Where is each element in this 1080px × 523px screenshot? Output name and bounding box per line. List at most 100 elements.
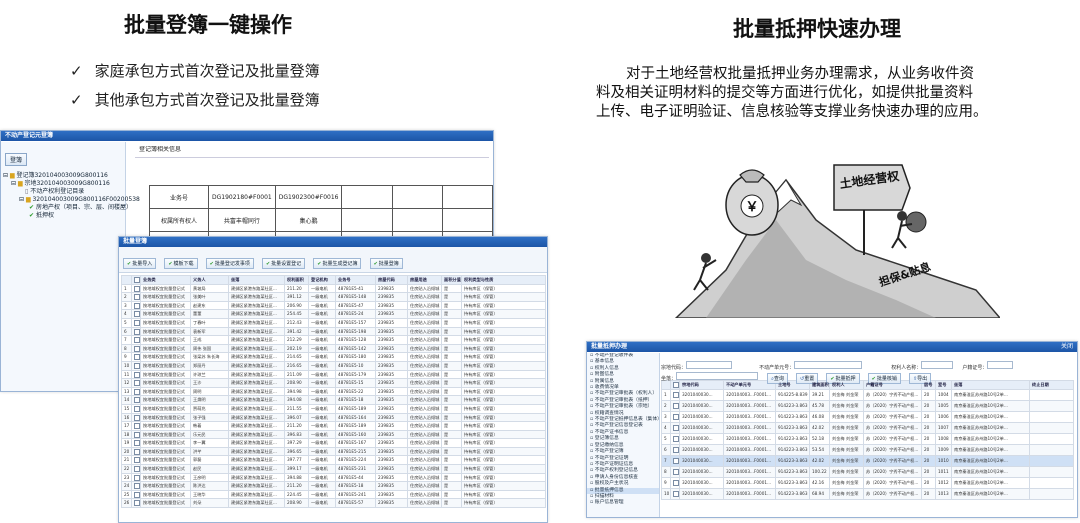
column-header[interactable]: 权利类型与性质 — [461, 275, 546, 285]
select-all-checkbox[interactable] — [673, 382, 679, 388]
tree-item-catalog[interactable]: ▯ 不动产权利登记目录 — [1, 188, 125, 196]
table-row[interactable]: 4 3201040030... 320104003...F0001... 914223… — [661, 421, 1074, 434]
row-checkbox[interactable] — [673, 402, 679, 409]
table-row[interactable]: 12 按地域权宜批量登记式 王沙 建邺区紧港东路某社区... 208.90 一级电机 487… — [121, 378, 546, 388]
column-header[interactable]: 终止日期 — [1029, 380, 1074, 390]
column-header[interactable]: 权利面积 — [284, 275, 309, 285]
column-header[interactable]: 登记机构 — [308, 275, 336, 285]
row-checkbox[interactable] — [134, 388, 140, 395]
row-checkbox[interactable] — [134, 440, 140, 447]
table-row[interactable]: 24 按地域权宜批量登记式 陈洪达 建邺区紧港东路某社区... 211.20 一级电机 48… — [121, 481, 546, 491]
tree-item-property[interactable]: ✔ 房地产权（项目、宗、层、间楼屋） — [1, 204, 132, 212]
row-checkbox[interactable] — [134, 311, 140, 318]
table-row[interactable]: 20 按地域权宜批量登记式 洪芊 建邺区紧港东路某社区... 396.65 一级电机 487… — [121, 446, 546, 457]
row-checkbox[interactable] — [673, 468, 679, 475]
row-checkbox[interactable] — [673, 479, 679, 486]
table-row[interactable]: 7 3201040030... 320104003...F0001... 914223… — [661, 454, 1074, 467]
row-checkbox[interactable] — [134, 474, 140, 481]
row-checkbox[interactable] — [134, 294, 140, 301]
column-header[interactable]: 义务人 — [190, 275, 229, 285]
table-row[interactable]: 17 按地域权宜批量登记式 韩着 建邺区紧港东路某社区... 211.20 一级电机 487… — [121, 421, 546, 431]
template-download-button[interactable]: ✔模板下载 — [164, 258, 198, 269]
tree-item-parcel[interactable]: ⊟ ▆ 宗地320104003009G800116 — [1, 180, 125, 188]
row-checkbox[interactable] — [673, 446, 679, 453]
row-checkbox[interactable] — [134, 483, 140, 490]
table-row[interactable]: 1 按地域权宜批量登记式 黄坡局 建邺区紧港东路某社区... 211.20 一级电机 487… — [121, 283, 546, 294]
row-checkbox[interactable] — [134, 354, 140, 361]
column-header[interactable]: 业务类 — [140, 275, 191, 285]
batch-setting-button[interactable]: ✔批量设置登记 — [261, 258, 306, 269]
row-checkbox[interactable] — [134, 371, 140, 378]
table-row[interactable]: 22 按地域权宜批量登记式 赵民 建邺区紧港东路某社区... 399.17 一级电机 487… — [121, 464, 546, 474]
batch-generate-button[interactable]: ✔批量生成登记簿 — [313, 258, 362, 269]
table-row[interactable]: 9 3201040030... 320104003...F0001... 914223… — [661, 476, 1074, 489]
column-header[interactable] — [121, 275, 132, 285]
table-row[interactable]: 11 按地域权宜批量登记式 许琼兰 建邺区紧港东路某社区... 211.09 一级电机 48… — [121, 369, 546, 380]
column-header[interactable]: 层号 — [921, 380, 936, 390]
row-checkbox[interactable] — [134, 431, 140, 438]
row-checkbox[interactable] — [673, 424, 679, 431]
row-checkbox[interactable] — [134, 285, 140, 292]
row-checkbox[interactable] — [134, 337, 140, 344]
row-checkbox[interactable] — [134, 302, 140, 309]
tree-item-mortgage[interactable]: ✔ 抵押权 — [1, 212, 125, 220]
table-row[interactable]: 5 3201040030... 320104003...F0001... 914223… — [661, 432, 1074, 445]
row-checkbox[interactable] — [134, 491, 140, 498]
table-row[interactable]: 8 3201040030... 320104003...F0001... 914223… — [661, 465, 1074, 478]
table-row[interactable]: 2 按地域权宜批量登记式 张美叶 建邺区紧港东路某社区... 391.12 一级电机 487… — [121, 292, 546, 302]
column-header[interactable]: 业务号 — [335, 275, 376, 285]
batch-register-button[interactable]: ✔批量登簿 — [369, 258, 403, 269]
row-checkbox[interactable] — [673, 457, 679, 464]
tree-item-register[interactable]: ⊟ ▆ 登记簿320104003009G800116 — [1, 172, 125, 180]
table-row[interactable]: 4 按地域权宜批量登记式 董董 建邺区紧港东路某社区... 254.45 一级电机 4878… — [121, 309, 546, 319]
row-checkbox[interactable] — [134, 500, 140, 507]
column-header[interactable]: 坐落 — [228, 275, 285, 285]
column-header[interactable]: 房屋代码 — [375, 275, 408, 285]
table-row[interactable]: 25 按地域权宜批量登记式 王晓华 建邺区紧港东路某社区... 224.45 一级电机 48… — [121, 489, 546, 500]
batch-issue-button[interactable]: ✔批量登记发事项 — [205, 258, 254, 269]
row-checkbox[interactable] — [134, 466, 140, 473]
table-row[interactable]: 23 按地域权宜批量登记式 王彦明 建邺区紧港东路某社区... 394.88 一级电机 48… — [121, 472, 546, 483]
table-row[interactable]: 5 按地域权宜批量登记式 丁春叶 建邺区紧港东路某社区... 212.43 一级电机 487… — [121, 317, 546, 328]
table-row[interactable]: 1 3201040030... 320104003...F0001... 914225… — [661, 388, 1074, 401]
table-row[interactable]: 2 3201040030... 320104003...F0001... 914223… — [661, 399, 1074, 412]
table-row[interactable]: 16 按地域权宜批量登记式 张子强 建邺区紧港东路某社区... 396.07 一级电机 48… — [121, 412, 546, 423]
row-checkbox[interactable] — [673, 490, 679, 497]
household-id-input[interactable] — [987, 360, 1014, 369]
table-row[interactable]: 10 3201040030... 320104003...F0001... 91422… — [661, 487, 1074, 500]
table-row[interactable]: 3 按地域权宜批量登记式 赵建东 建邺区紧港东路某社区... 206.90 一级电机 487… — [121, 300, 546, 311]
table-row[interactable]: 14 按地域权宜批量登记式 王焕明 建邺区紧港东路某社区... 394.08 一级电机 48… — [121, 395, 546, 405]
row-checkbox[interactable] — [134, 423, 140, 430]
table-row[interactable]: 18 按地域权宜批量登记式 乐元民 建邺区紧港东路某社区... 396.83 一级电机 48… — [121, 429, 546, 440]
table-row[interactable]: 26 按地域权宜批量登记式 刘朵 建邺区紧港东路某社区... 208.90 一级电机 487… — [121, 498, 546, 509]
column-header[interactable]: 室号 — [935, 380, 952, 390]
row-checkbox[interactable] — [134, 362, 140, 369]
column-header[interactable] — [131, 275, 141, 285]
table-row[interactable]: 8 按地域权宜批量登记式 周伟 张国 建邺区紧港东路某社区... 202.19 一级电机 4… — [121, 343, 546, 354]
location-input[interactable] — [676, 371, 759, 380]
tree-item-unit[interactable]: ⊟ ▆ 320104003009G800116F00200538 — [1, 196, 140, 204]
row-checkbox[interactable] — [134, 345, 140, 352]
row-checkbox[interactable] — [134, 457, 140, 464]
table-row[interactable]: 10 按地域权宜批量登记式 郑丽丹 建邺区紧港东路某社区... 216.65 一级电机 48… — [121, 360, 546, 371]
column-header[interactable]: 坐落 — [951, 380, 1030, 390]
table-row[interactable]: 7 按地域权宜批量登记式 王成 建邺区紧港东路某社区... 212.29 一级电机 4878… — [121, 335, 546, 345]
row-checkbox[interactable] — [134, 448, 140, 455]
column-header[interactable]: 房屋用途 — [407, 275, 442, 285]
table-row[interactable]: 19 按地域权宜批量登记式 李一翼 建邺区紧港东路某社区... 397.29 一级电机 48… — [121, 438, 546, 448]
table-row[interactable]: 9 按地域权宜批量登记式 张梁苏 朱长海 建邺区紧港东路某社区... 214.65 一级电… — [121, 352, 546, 362]
row-checkbox[interactable] — [134, 328, 140, 335]
table-row[interactable]: 6 按地域权宜批量登记式 袁新军 建邺区紧港东路某社区... 391.42 一级电机 487… — [121, 326, 546, 337]
table-row[interactable]: 3 3201040030... 320104003...F0001... 914223… — [661, 410, 1074, 423]
nav-item[interactable]: ▫ 账户信息管理 — [587, 500, 659, 506]
row-checkbox[interactable] — [134, 319, 140, 326]
row-checkbox[interactable] — [134, 397, 140, 404]
row-checkbox[interactable] — [673, 413, 679, 420]
table-row[interactable]: 15 按地域权宜批量登记式 贾萌兆 建邺区紧港东路某社区... 211.55 一级电机 48… — [121, 403, 546, 414]
table-row[interactable]: 13 按地域权宜批量登记式 周明 建邺区紧港东路某社区... 394.98 一级电机 487… — [121, 386, 546, 397]
table-row[interactable]: 21 按地域权宜批量登记式 郭磊 建邺区紧港东路某社区... 397.77 一级电机 487… — [121, 455, 546, 466]
row-checkbox[interactable] — [134, 380, 140, 387]
select-all-checkbox[interactable] — [134, 277, 140, 283]
register-button[interactable]: 登簿 — [5, 153, 28, 166]
row-checkbox[interactable] — [134, 414, 140, 421]
